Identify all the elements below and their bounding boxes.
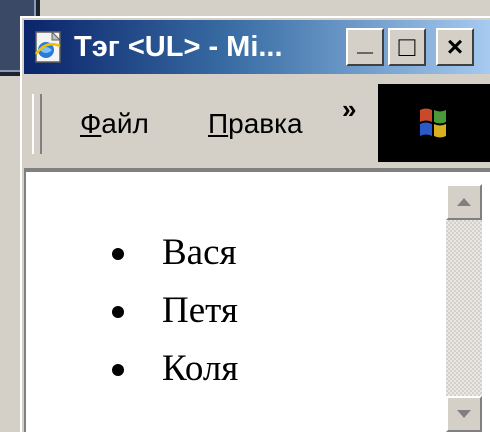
list-item-text: Коля (162, 348, 239, 389)
menu-file-mnemonic: Ф (80, 108, 102, 139)
list-item-text: Вася (162, 232, 237, 273)
scroll-down-button[interactable] (446, 396, 482, 432)
close-button[interactable]: × (436, 28, 474, 66)
bullet-icon (112, 248, 124, 260)
menu-item-file[interactable]: Файл (80, 104, 149, 144)
maximize-icon: □ (398, 31, 416, 62)
page-content: Вася Петя Коля (24, 170, 490, 432)
menu-item-edit[interactable]: Правка (208, 104, 303, 144)
browser-window: Тэг <UL> - Mi... _ □ × Файл Правка » Вас… (20, 16, 490, 432)
menu-edit-label: равка (228, 108, 303, 139)
minimize-button[interactable]: _ (346, 25, 384, 66)
minimize-icon: _ (357, 25, 373, 56)
vertical-scrollbar[interactable] (446, 184, 482, 432)
list-item-text: Петя (162, 290, 238, 331)
menu-file-label: айл (101, 108, 149, 139)
menu-overflow-chevron-icon[interactable]: » (342, 94, 356, 125)
list-item: Коля (112, 340, 238, 398)
scroll-up-button[interactable] (446, 184, 482, 220)
triangle-down-icon (457, 410, 471, 418)
triangle-up-icon (457, 198, 471, 206)
bulleted-list: Вася Петя Коля (112, 224, 238, 398)
title-bar[interactable]: Тэг <UL> - Mi... _ □ × (24, 20, 490, 74)
menu-bar: Файл Правка » (24, 80, 490, 170)
list-item: Вася (112, 224, 238, 282)
bullet-icon (112, 306, 124, 318)
menu-edit-mnemonic: П (208, 108, 229, 139)
close-icon: × (446, 31, 464, 62)
maximize-button[interactable]: □ (388, 28, 426, 66)
windows-logo-icon (378, 84, 490, 162)
window-title: Тэг <UL> - Mi... (74, 31, 283, 63)
bullet-icon (112, 364, 124, 376)
browser-page-icon[interactable] (32, 30, 66, 64)
list-item: Петя (112, 282, 238, 340)
toolbar-grip-handle[interactable] (32, 94, 42, 154)
